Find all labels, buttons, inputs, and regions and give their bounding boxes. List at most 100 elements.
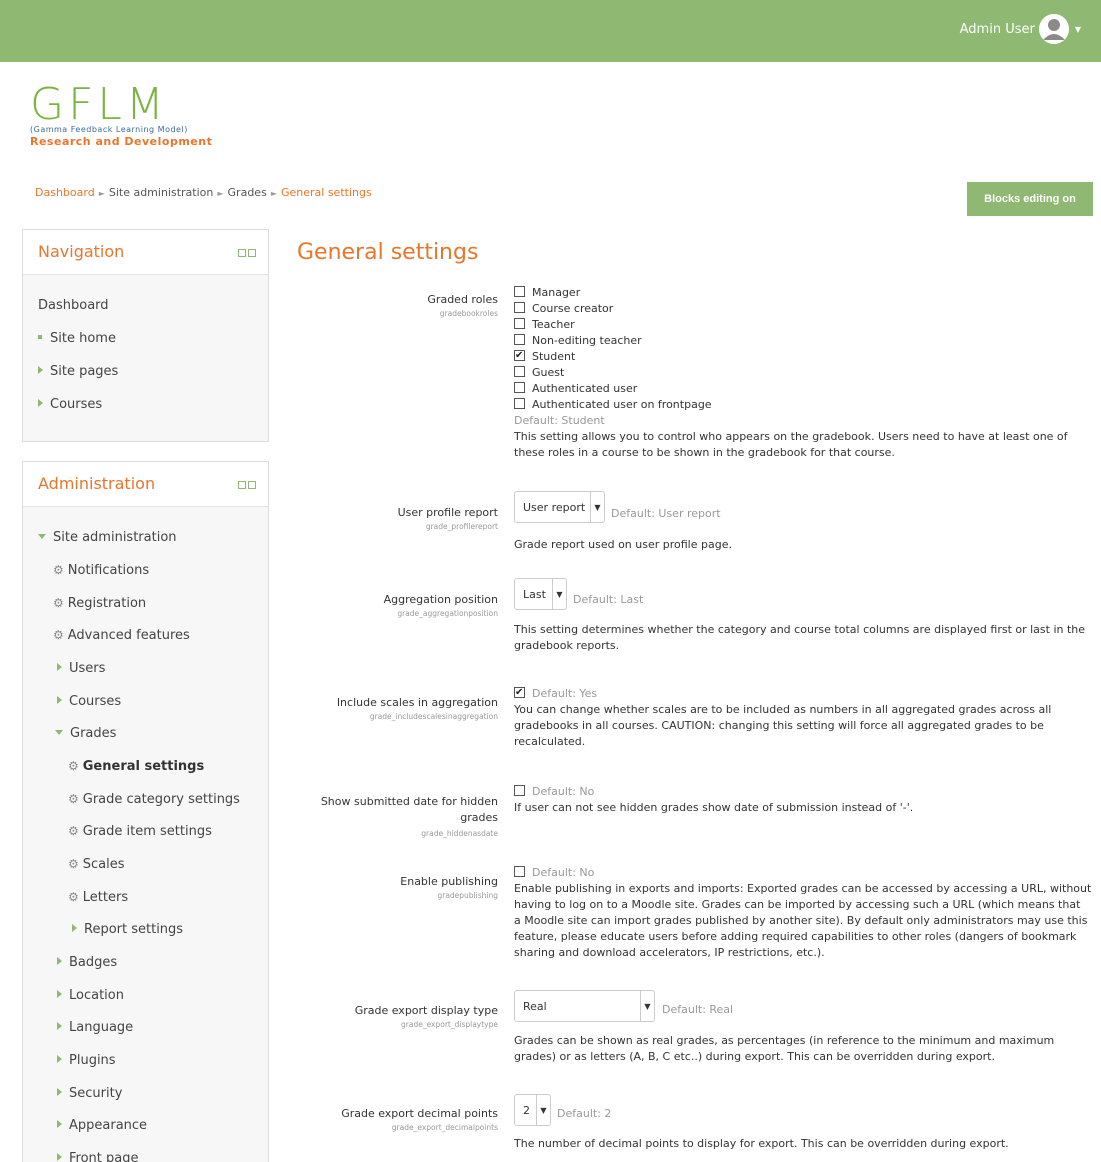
role-option-non-editing-teacher[interactable]: Non-editing teacher [514,333,1068,349]
role-option-teacher[interactable]: Teacher [514,317,1068,333]
breadcrumb-grades[interactable]: Grades [228,186,267,199]
admin-item-label: Registration [67,596,147,611]
role-option-course-creator[interactable]: Course creator [514,301,1068,317]
setting-label-text: Enable publishing [400,875,498,888]
export-display-select[interactable]: Real ▼ [514,990,655,1022]
admin-item-notifications[interactable]: ⚙ Notifications [53,563,149,578]
admin-item-security[interactable]: Security [57,1086,122,1101]
checkbox[interactable] [514,302,525,313]
collapse-icon[interactable] [238,249,246,257]
admin-item-appearance[interactable]: Appearance [57,1118,147,1133]
admin-item-label: Grades [70,726,117,741]
checkbox[interactable] [514,286,525,297]
top-navbar: Admin User ▼ [0,0,1101,62]
description-line: gradebooks in all courses. CAUTION: chan… [514,719,1044,732]
admin-item-grade-category-settings[interactable]: ⚙ Grade category settings [68,792,240,807]
checkbox[interactable] [514,334,525,345]
admin-item-label: Grade item settings [82,824,212,839]
dock-icon[interactable] [248,249,256,257]
role-option-authenticated-user[interactable]: Authenticated user [514,381,1068,397]
breadcrumb-site-admin[interactable]: Site administration [109,186,214,199]
checkbox[interactable] [514,318,525,329]
blocks-editing-button[interactable]: Blocks editing on [967,182,1093,216]
user-menu[interactable]: Admin User ▼ [960,14,1081,44]
checkbox-checked[interactable] [514,348,525,364]
nav-item-label: Courses [50,397,103,412]
checkbox[interactable] [514,785,525,796]
nav-item-site-home[interactable]: Site home [38,331,116,346]
admin-item-general-settings[interactable]: ⚙ General settings [68,759,204,774]
logo-tagline: Research and Development [30,135,213,148]
breadcrumb-dashboard[interactable]: Dashboard [35,186,95,199]
admin-item-users[interactable]: Users [57,661,105,676]
checkbox[interactable] [514,866,525,877]
admin-item-registration[interactable]: ⚙ Registration [53,596,146,611]
checkbox[interactable] [514,382,525,393]
dock-icon[interactable] [248,481,256,489]
chevron-down-icon: ▼ [640,991,654,1021]
role-option-guest[interactable]: Guest [514,365,1068,381]
block-controls[interactable] [238,481,256,489]
logo-main-text: GFLM [30,79,168,130]
setting-label-aggregation-position: Aggregation position grade_aggregationpos… [384,593,498,618]
block-controls[interactable] [238,249,256,257]
profile-report-select[interactable]: User report ▼ [514,491,605,523]
setting-key: grade_export_decimalpoints [391,1123,498,1132]
role-label: Teacher [532,318,575,331]
chevron-down-icon: ▼ [1074,24,1081,34]
admin-item-grades[interactable]: Grades [55,726,116,741]
collapse-icon[interactable] [238,481,246,489]
admin-item-badges[interactable]: Badges [57,955,117,970]
admin-item-advanced-features[interactable]: ⚙ Advanced features [53,628,190,643]
role-label: Non-editing teacher [532,334,642,347]
setting-key: grade_export_displaytype [401,1020,498,1029]
admin-item-letters[interactable]: ⚙ Letters [68,890,128,905]
nav-item-courses[interactable]: Courses [38,397,102,412]
description-line: Enable publishing in exports and imports… [514,882,1092,895]
admin-item-courses[interactable]: Courses [57,694,121,709]
checkbox-checked[interactable] [514,685,525,701]
admin-item-grade-item-settings[interactable]: ⚙ Grade item settings [68,824,212,839]
admin-item-report-settings[interactable]: Report settings [72,922,183,937]
breadcrumb-general-settings[interactable]: General settings [281,186,372,199]
admin-item-plugins[interactable]: Plugins [57,1053,116,1068]
checkbox[interactable] [514,398,525,409]
nav-item-dashboard[interactable]: Dashboard [38,298,109,313]
site-logo[interactable]: GFLM (Gamma Feedback Learning Model) Res… [30,79,270,149]
include-scales-field: Default: Yes You can change whether scal… [514,685,1052,750]
administration-block-title: Administration [38,474,156,493]
role-option-manager[interactable]: Manager [514,285,1068,301]
setting-description: This setting allows you to control who a… [514,430,1068,443]
setting-description: Grades can be shown as real grades, as p… [514,1033,1054,1065]
export-decimal-select[interactable]: 2 ▼ [514,1094,551,1126]
role-label: Student [532,350,576,363]
aggregation-position-select[interactable]: Last ▼ [514,578,567,610]
setting-label-publishing: Enable publishing gradepublishing [400,875,498,900]
admin-item-label: Badges [69,955,118,970]
admin-item-language[interactable]: Language [57,1020,133,1035]
role-option-authenticated-frontpage[interactable]: Authenticated user on frontpage [514,397,1068,413]
gear-icon: ⚙ [53,628,64,642]
description-line: You can change whether scales are to be … [514,703,1052,716]
setting-label-text: Graded roles [427,293,498,306]
setting-key: grade_includescalesinaggregation [369,712,498,721]
gear-icon: ⚙ [53,563,64,577]
chevron-down-icon: ▼ [536,1095,550,1125]
setting-label-text: grades [460,811,498,824]
admin-item-label: Site administration [53,530,177,545]
description-line: grades) or as letters (A, B, C etc..) du… [514,1050,995,1063]
description-line: Grades can be shown as real grades, as p… [514,1034,1055,1047]
admin-item-scales[interactable]: ⚙ Scales [68,857,125,872]
checkbox[interactable] [514,366,525,377]
role-option-student[interactable]: Student [514,348,1068,365]
setting-label-text: User profile report [397,506,498,519]
nav-item-site-pages[interactable]: Site pages [38,364,118,379]
description-line: having to log on to a Moodle site. Grade… [514,898,1081,911]
setting-description: these roles in a course to be shown in t… [514,446,895,459]
setting-key: gradebookroles [439,309,498,318]
admin-item-site-administration[interactable]: Site administration [38,530,177,545]
setting-description: This setting determines whether the cate… [514,622,1085,654]
admin-item-front-page[interactable]: Front page [57,1151,138,1162]
admin-item-location[interactable]: Location [57,988,124,1003]
select-value: Last [523,588,546,601]
